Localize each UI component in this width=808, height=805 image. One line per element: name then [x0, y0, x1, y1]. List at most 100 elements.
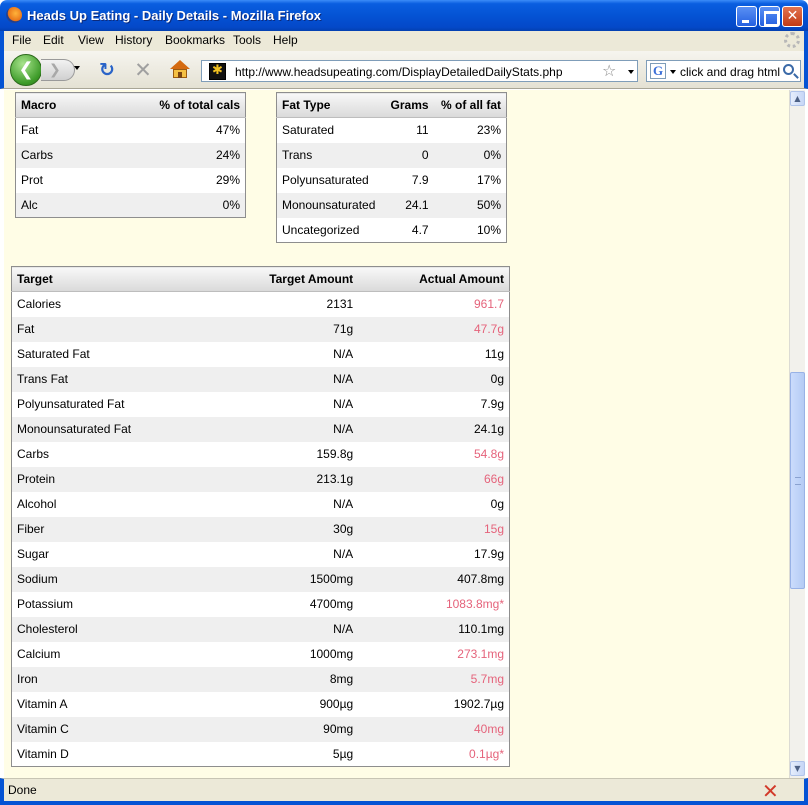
url-dropdown-icon[interactable] — [628, 70, 634, 74]
pct-cals-header: % of total cals — [92, 92, 246, 118]
fat-type-header: Fat Type — [276, 92, 384, 118]
back-arrow-icon: ❮ — [18, 59, 34, 80]
nutrient-name: Sugar — [17, 547, 50, 561]
target-amount: 8mg — [209, 666, 359, 692]
nutrient-name: Iron — [11, 666, 210, 692]
table-row: Monounsaturated Fat N/A 24.1g — [11, 416, 510, 442]
stop-icon[interactable]: ✕ — [133, 60, 153, 81]
actual-amount: 273.1mg — [457, 647, 504, 661]
scroll-up-button[interactable]: ▲ — [790, 91, 805, 106]
target-amount: 4700mg — [309, 597, 354, 611]
google-engine-icon[interactable]: G — [650, 63, 666, 79]
vertical-scrollbar[interactable]: ▲ ▼ — [789, 90, 805, 778]
target-amount: N/A — [209, 416, 359, 442]
menu-tools[interactable]: Tools — [233, 33, 261, 47]
scroll-up-icon: ▲ — [794, 94, 801, 103]
target-amount: N/A — [333, 547, 354, 561]
table-row: Calories 2131 961.7 — [12, 292, 510, 317]
menu-bar: File Edit View History Bookmarks Tools H… — [0, 31, 808, 51]
error-x-icon[interactable]: ✕ — [762, 779, 779, 803]
throbber-icon — [784, 32, 800, 48]
scroll-down-button[interactable]: ▼ — [790, 761, 805, 776]
table-row: Alc 0% — [15, 192, 246, 218]
actual-amount: 1083.8mg* — [445, 597, 504, 611]
scroll-thumb[interactable] — [790, 372, 805, 589]
target-table: Target Target Amount Actual Amount Calor… — [11, 266, 510, 767]
fat-grams: 7.9 — [411, 173, 429, 187]
table-row: Prot 29% — [16, 168, 246, 193]
fat-grams: 11 — [416, 123, 429, 138]
fat-type: Polyunsaturated — [282, 173, 369, 187]
search-input[interactable]: click and drag html in — [680, 65, 782, 79]
table-row: Vitamin C 90mg 40mg — [11, 716, 510, 742]
actual-amount: 0.1µg* — [469, 746, 504, 761]
engine-dropdown-icon[interactable] — [670, 70, 676, 74]
menu-help[interactable]: Help — [273, 33, 298, 47]
actual-amount: 47.7g — [358, 316, 510, 342]
actual-amount: 66g — [358, 466, 510, 492]
bookmark-star-icon[interactable]: ☆ — [602, 61, 616, 80]
menu-edit[interactable]: Edit — [43, 33, 64, 47]
firefox-icon — [6, 7, 22, 23]
table-row: Fat 71g 47.7g — [11, 316, 510, 342]
address-bar[interactable]: http://www.headsupeating.com/DisplayDeta… — [201, 60, 638, 82]
target-amount: 213.1g — [209, 466, 359, 492]
nutrient-name: Sodium — [11, 566, 210, 592]
home-icon[interactable] — [169, 60, 191, 80]
maximize-button[interactable] — [759, 6, 780, 27]
minimize-icon — [737, 7, 756, 26]
url-text[interactable]: http://www.headsupeating.com/DisplayDeta… — [235, 65, 563, 79]
pct-fat-header: % of all fat — [433, 92, 507, 118]
target-amount: 1500mg — [209, 566, 359, 592]
table-row: Saturated 11 23% — [277, 118, 507, 143]
actual-amount: 1902.7µg — [453, 697, 504, 711]
forward-button[interactable]: ❯ — [41, 59, 75, 81]
target-amount: 71g — [209, 316, 359, 342]
fat-pct: 50% — [433, 192, 507, 218]
menu-history[interactable]: History — [115, 33, 152, 47]
fat-type: Trans — [276, 142, 384, 168]
close-window-button[interactable]: ✕ — [782, 6, 803, 27]
search-bar[interactable]: G click and drag html in — [646, 60, 801, 82]
menu-bookmarks[interactable]: Bookmarks — [165, 33, 225, 47]
back-button[interactable]: ❮ — [10, 54, 42, 86]
menu-view[interactable]: View — [78, 33, 104, 47]
minimize-button[interactable] — [736, 6, 757, 27]
table-row: Vitamin D 5µg 0.1µg* — [12, 742, 510, 767]
table-row: Uncategorized 4.7 10% — [277, 218, 507, 243]
target-amount: 900µg — [319, 697, 354, 711]
table-row: Sodium 1500mg 407.8mg — [11, 566, 510, 592]
reload-icon[interactable]: ↻ — [97, 60, 117, 80]
target-table-body: Calories 2131 961.7 Fat 71g 47.7g Saturated Fa… — [11, 292, 510, 767]
actual-amount: 15g — [358, 516, 510, 542]
actual-amount: 11g — [484, 347, 504, 361]
page-content: Macro % of total cals Fat 47% Carbs 24% Pr… — [4, 90, 789, 778]
table-row: Calcium 1000mg 273.1mg — [12, 642, 510, 667]
fat-pct: 10% — [476, 222, 501, 237]
actual-amount: 0g — [490, 497, 504, 511]
table-row: Monounsaturated 24.1 50% — [276, 192, 507, 218]
history-dropdown-icon[interactable] — [74, 66, 80, 70]
target-amount: N/A — [209, 616, 359, 642]
target-amount: 90mg — [209, 716, 359, 742]
forward-arrow-icon: ❯ — [49, 62, 61, 78]
nutrient-name: Potassium — [17, 597, 74, 611]
actual-amount: 5.7mg — [358, 666, 510, 692]
actual-amount: 54.8g — [473, 447, 504, 461]
macro-table: Macro % of total cals Fat 47% Carbs 24% Pr… — [15, 92, 246, 218]
nutrient-name: Polyunsaturated Fat — [17, 397, 125, 411]
macro-name: Carbs — [15, 142, 93, 168]
menu-file[interactable]: File — [12, 33, 31, 47]
target-amount: 5µg — [332, 746, 354, 761]
maximize-icon — [760, 7, 779, 26]
table-row: Fat 47% — [16, 118, 246, 143]
actual-amount: 17.9g — [473, 547, 504, 561]
nutrient-name: Carbs — [17, 447, 50, 461]
target-amount: 30g — [209, 516, 359, 542]
window-titlebar: Heads Up Eating - Daily Details - Mozill… — [0, 0, 808, 31]
table-row: Trans Fat N/A 0g — [11, 366, 510, 392]
fat-pct: 17% — [476, 173, 501, 187]
status-text: Done — [8, 783, 37, 797]
target-amount: N/A — [333, 397, 354, 411]
search-icon[interactable] — [783, 64, 794, 75]
